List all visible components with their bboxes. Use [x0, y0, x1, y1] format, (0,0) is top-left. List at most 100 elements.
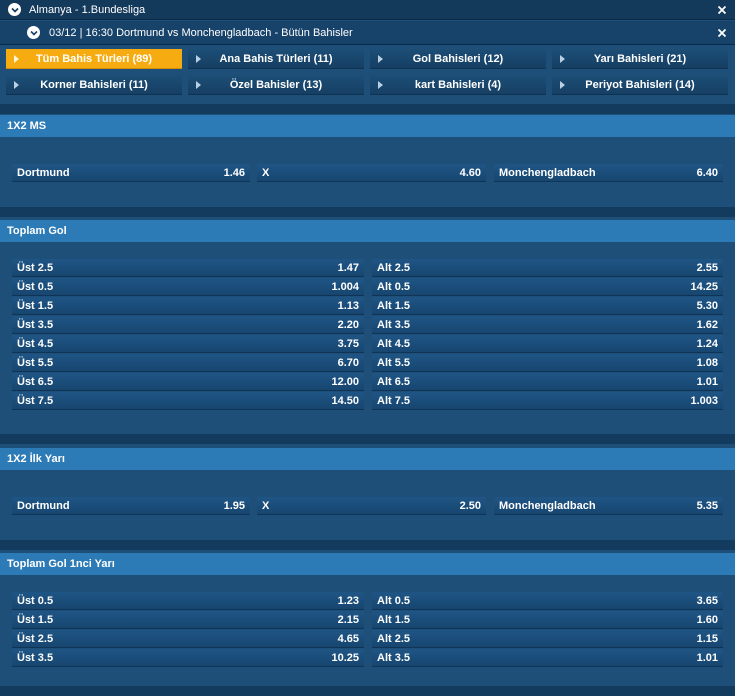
odd-value: 1.24 [696, 337, 718, 350]
odd-value: 10.25 [331, 651, 359, 664]
odd-cell-under[interactable]: Alt 2.5 2.55 [372, 259, 723, 277]
close-icon[interactable] [717, 5, 727, 15]
collapse-icon[interactable] [27, 26, 40, 39]
tab-half-bets[interactable]: Yarı Bahisleri (21) [552, 49, 728, 69]
odd-value: 2.55 [696, 261, 718, 274]
section-divider [0, 207, 735, 217]
odd-cell-under[interactable]: Alt 4.5 1.24 [372, 335, 723, 353]
section-title: 1X2 İlk Yarı [7, 453, 65, 465]
odd-cell-over[interactable]: Üst 0.5 1.004 [12, 278, 364, 296]
tab-period-bets[interactable]: Periyot Bahisleri (14) [552, 75, 728, 95]
odd-cell-draw[interactable]: X 4.60 [257, 164, 486, 182]
match-bar[interactable]: 03/12 | 16:30 Dortmund vs Monchengladbac… [0, 21, 735, 45]
odd-cell-away[interactable]: Monchengladbach 5.35 [494, 497, 723, 515]
tab-card-bets[interactable]: kart Bahisleri (4) [370, 75, 546, 95]
odd-value: 2.50 [459, 499, 481, 512]
selection-label: Üst 0.5 [17, 280, 54, 293]
selection-label: Alt 1.5 [377, 613, 411, 626]
odd-value: 1.004 [331, 280, 359, 293]
collapse-icon[interactable] [8, 3, 21, 16]
odd-value: 1.01 [696, 651, 718, 664]
selection-label: Alt 7.5 [377, 394, 411, 407]
odd-cell-under[interactable]: Alt 5.5 1.08 [372, 354, 723, 372]
triangle-right-icon [378, 55, 383, 63]
selection-label: Üst 5.5 [17, 356, 54, 369]
odd-value: 1.62 [696, 318, 718, 331]
selection-label: Alt 6.5 [377, 375, 411, 388]
triangle-right-icon [196, 55, 201, 63]
section-divider [0, 540, 735, 550]
triangle-right-icon [560, 55, 565, 63]
odd-cell-over[interactable]: Üst 2.5 1.47 [12, 259, 364, 277]
odd-cell-away[interactable]: Monchengladbach 6.40 [494, 164, 723, 182]
odd-cell-under[interactable]: Alt 0.5 14.25 [372, 278, 723, 296]
selection-label: Dortmund [17, 499, 70, 512]
odd-cell-over[interactable]: Üst 0.5 1.23 [12, 592, 364, 610]
selection-label: Üst 2.5 [17, 632, 54, 645]
odd-value: 5.30 [696, 299, 718, 312]
odd-value: 1.08 [696, 356, 718, 369]
odd-cell-under[interactable]: Alt 6.5 1.01 [372, 373, 723, 391]
odd-cell-under[interactable]: Alt 3.5 1.62 [372, 316, 723, 334]
odd-cell-home[interactable]: Dortmund 1.46 [12, 164, 250, 182]
match-title: 03/12 | 16:30 Dortmund vs Monchengladbac… [49, 26, 353, 39]
odd-value: 1.60 [696, 613, 718, 626]
tab-all-bets[interactable]: Tüm Bahis Türleri (89) [6, 49, 182, 69]
selection-label: Üst 0.5 [17, 594, 54, 607]
odd-value: 1.15 [696, 632, 718, 645]
triangle-right-icon [14, 81, 19, 89]
tab-label: Periyot Bahisleri (14) [585, 78, 695, 91]
tab-label: Gol Bahisleri (12) [412, 52, 504, 65]
section-header-first-half-goals[interactable]: Toplam Gol 1nci Yarı [0, 553, 735, 575]
odd-cell-over[interactable]: Üst 7.5 14.50 [12, 392, 364, 410]
odd-cell-under[interactable]: Alt 3.5 1.01 [372, 649, 723, 667]
odd-value: 12.00 [331, 375, 359, 388]
odd-value: 1.01 [696, 375, 718, 388]
triangle-right-icon [14, 55, 19, 63]
odd-cell-over[interactable]: Üst 1.5 1.13 [12, 297, 364, 315]
tab-corner-bets[interactable]: Korner Bahisleri (11) [6, 75, 182, 95]
odd-cell-over[interactable]: Üst 5.5 6.70 [12, 354, 364, 372]
selection-label: Üst 7.5 [17, 394, 54, 407]
selection-label: Alt 4.5 [377, 337, 411, 350]
odd-cell-over[interactable]: Üst 3.5 2.20 [12, 316, 364, 334]
section-header-1x2-first-half[interactable]: 1X2 İlk Yarı [0, 448, 735, 470]
selection-label: Alt 2.5 [377, 632, 411, 645]
section-body-1x2-first-half: Dortmund 1.95 X 2.50 Monchengladbach 5.3… [0, 470, 735, 540]
odd-cell-over[interactable]: Üst 6.5 12.00 [12, 373, 364, 391]
odd-value: 1.46 [223, 166, 245, 179]
odd-cell-over[interactable]: Üst 3.5 10.25 [12, 649, 364, 667]
odd-cell-under[interactable]: Alt 1.5 5.30 [372, 297, 723, 315]
odd-cell-home[interactable]: Dortmund 1.95 [12, 497, 250, 515]
odd-cell-over[interactable]: Üst 4.5 3.75 [12, 335, 364, 353]
odd-cell-over[interactable]: Üst 2.5 4.65 [12, 630, 364, 648]
selection-label: Alt 3.5 [377, 651, 411, 664]
selection-label: Alt 0.5 [377, 594, 411, 607]
odd-cell-under[interactable]: Alt 0.5 3.65 [372, 592, 723, 610]
selection-label: Dortmund [17, 166, 70, 179]
selection-label: X [262, 499, 270, 512]
selection-label: Üst 3.5 [17, 651, 54, 664]
tab-main-bets[interactable]: Ana Bahis Türleri (11) [188, 49, 364, 69]
league-bar[interactable]: Almanya - 1.Bundesliga [0, 0, 735, 20]
close-icon[interactable] [717, 28, 727, 38]
section-header-1x2-ms[interactable]: 1X2 MS [0, 115, 735, 137]
section-divider [0, 434, 735, 444]
selection-label: Alt 3.5 [377, 318, 411, 331]
odd-value: 14.50 [331, 394, 359, 407]
odd-cell-under[interactable]: Alt 7.5 1.003 [372, 392, 723, 410]
odd-value: 3.75 [337, 337, 359, 350]
selection-label: Üst 1.5 [17, 613, 54, 626]
tab-label: kart Bahisleri (4) [414, 78, 502, 91]
odd-value: 4.65 [337, 632, 359, 645]
selection-label: Üst 6.5 [17, 375, 54, 388]
triangle-right-icon [560, 81, 565, 89]
tab-special-bets[interactable]: Özel Bahisler (13) [188, 75, 364, 95]
odd-cell-under[interactable]: Alt 1.5 1.60 [372, 611, 723, 629]
tab-label: Ana Bahis Türleri (11) [219, 52, 333, 65]
section-header-total-goals[interactable]: Toplam Gol [0, 220, 735, 242]
tab-goal-bets[interactable]: Gol Bahisleri (12) [370, 49, 546, 69]
odd-cell-over[interactable]: Üst 1.5 2.15 [12, 611, 364, 629]
odd-cell-draw[interactable]: X 2.50 [257, 497, 486, 515]
odd-cell-under[interactable]: Alt 2.5 1.15 [372, 630, 723, 648]
